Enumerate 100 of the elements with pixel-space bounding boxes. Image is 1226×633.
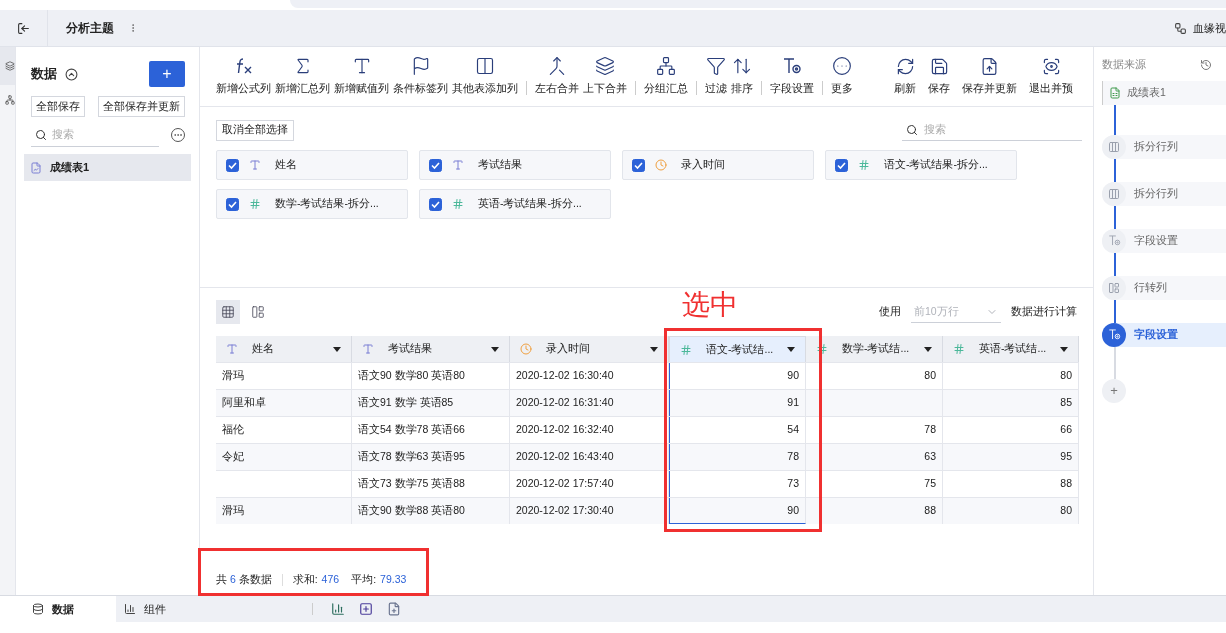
toolbar-button[interactable]: 上下合并 [583, 81, 627, 97]
toolbar-button[interactable]: 退出并预 [1029, 80, 1073, 97]
history-icon[interactable] [1200, 58, 1212, 71]
add-chart-icon[interactable] [331, 602, 345, 616]
toolbar-button[interactable]: 过滤 [705, 81, 727, 97]
pivot-icon [1102, 275, 1126, 300]
dropdown-caret-icon[interactable] [787, 347, 795, 352]
field-name: 录入时间 [681, 157, 725, 173]
clear-selection-button[interactable]: 取消全部选择 [216, 119, 294, 141]
dropdown-caret-icon[interactable] [333, 346, 341, 352]
file-upload-icon[interactable] [980, 56, 999, 76]
table-cell: 语文90 数学80 英语80 [358, 368, 465, 384]
bottom-tab[interactable]: 组件 [116, 596, 206, 622]
dropdown-caret-icon[interactable] [491, 346, 499, 352]
toolbar-button[interactable]: 新增汇总列 [275, 81, 330, 97]
step-item[interactable]: 拆分行列 [1102, 181, 1226, 206]
table-cell: 语文73 数学75 英语88 [358, 476, 465, 492]
split-icon [1102, 181, 1126, 206]
toolbar-button[interactable]: 刷新 [894, 80, 916, 97]
field-card[interactable]: 英语-考试结果-拆分... [419, 189, 611, 219]
add-report-icon[interactable] [387, 602, 401, 616]
column-header[interactable]: 语文-考试结... [669, 336, 806, 362]
rows-limit-select[interactable]: 前10万行 [914, 303, 980, 320]
save-button[interactable]: 全部保存并更新 [98, 96, 185, 117]
average-value: 79.33 [380, 572, 407, 588]
hash-icon [858, 159, 870, 171]
add-button[interactable]: + [149, 61, 185, 87]
network-icon[interactable] [5, 95, 15, 105]
layers-icon[interactable] [595, 56, 615, 77]
add-table-icon[interactable] [359, 602, 373, 616]
save-button[interactable]: 全部保存 [31, 96, 85, 117]
toolbar-button[interactable]: 新增赋值列 [334, 81, 389, 97]
use-label: 使用 [879, 304, 901, 320]
toolbar-button[interactable]: 其他表添加列 [452, 81, 518, 97]
column-title: 录入时间 [546, 341, 591, 357]
merge-icon[interactable] [547, 56, 567, 77]
refresh-icon[interactable] [895, 56, 915, 76]
step-item[interactable]: 拆分行列 [1102, 134, 1226, 159]
step-item[interactable]: 字段设置 [1102, 228, 1226, 253]
checkbox[interactable] [226, 158, 239, 172]
checkbox[interactable] [429, 197, 442, 211]
table-cell: 2020-12-02 17:57:40 [516, 476, 614, 492]
hierarchy-icon[interactable] [656, 56, 676, 77]
toolbar-button[interactable]: 更多 [831, 81, 853, 97]
toolbar-button[interactable]: 分组汇总 [644, 81, 688, 97]
checkbox[interactable] [632, 158, 645, 172]
toolbar-button[interactable]: 条件标签列 [393, 81, 448, 97]
table-cell: 2020-12-02 17:30:40 [516, 503, 614, 519]
lineage-view-link[interactable]: 血缘视 [1193, 19, 1226, 37]
text-type-icon [226, 343, 238, 355]
table-cell: 54 [787, 422, 799, 438]
field-card[interactable]: 姓名 [216, 150, 408, 180]
preview-icon[interactable] [1041, 56, 1061, 76]
more-icon[interactable] [832, 56, 852, 77]
table-cell: 80 [1060, 368, 1072, 384]
add-step-button[interactable]: + [1102, 378, 1126, 403]
table-item[interactable]: 成绩表1 [24, 154, 191, 181]
checkbox[interactable] [226, 197, 239, 211]
save-icon[interactable] [929, 56, 949, 76]
exit-icon[interactable] [17, 21, 30, 35]
dropdown-caret-icon[interactable] [1060, 346, 1068, 352]
hash-icon [953, 343, 965, 355]
table-cell: 滑玛 [222, 368, 244, 384]
field-card[interactable]: 语文-考试结果-拆分... [825, 150, 1017, 180]
table-cell: 66 [1060, 422, 1072, 438]
step-label: 拆分行列 [1134, 185, 1178, 201]
bottom-tab[interactable]: 数据 [0, 596, 116, 622]
toolbar-button[interactable]: 字段设置 [770, 81, 814, 97]
source-item[interactable]: 成绩表1 [1102, 80, 1226, 105]
collapse-icon[interactable] [65, 67, 78, 81]
column-title: 考试结果 [388, 341, 433, 357]
field-card[interactable]: 考试结果 [419, 150, 611, 180]
columns-icon[interactable] [475, 56, 495, 77]
field-card[interactable]: 录入时间 [622, 150, 814, 180]
toolbar-button[interactable]: 排序 [731, 81, 753, 97]
panel-title: 数据 [31, 65, 57, 84]
lineage-icon[interactable] [1174, 21, 1187, 35]
dropdown-caret-icon[interactable] [650, 346, 658, 352]
toolbar-button[interactable]: 保存并更新 [962, 80, 1017, 97]
toolbar-button[interactable]: 保存 [928, 80, 950, 97]
split-icon [1102, 134, 1126, 159]
search-field[interactable]: 搜索 [924, 121, 1074, 138]
checkbox[interactable] [835, 158, 848, 172]
grid-view-button[interactable] [216, 300, 240, 324]
step-item[interactable]: 字段设置 [1102, 322, 1226, 347]
table-cell: 78 [787, 449, 799, 465]
filter-icon[interactable] [706, 56, 726, 77]
table-cell: 福伦 [222, 422, 244, 438]
search-field[interactable]: 搜索 [52, 126, 152, 143]
source-name: 成绩表1 [1127, 84, 1166, 100]
table-cell: 95 [1060, 449, 1072, 465]
step-item[interactable]: 行转列 [1102, 275, 1226, 300]
checkbox[interactable] [429, 158, 442, 172]
toolbar-button[interactable]: 左右合并 [535, 81, 579, 97]
field-card[interactable]: 数学-考试结果-拆分... [216, 189, 408, 219]
dropdown-caret-icon[interactable] [924, 346, 932, 352]
panel-title: 数据来源 [1102, 57, 1146, 72]
field-name: 语文-考试结果-拆分... [884, 157, 988, 173]
layout-icon [251, 305, 265, 319]
toolbar-button[interactable]: 新增公式列 [216, 81, 271, 97]
